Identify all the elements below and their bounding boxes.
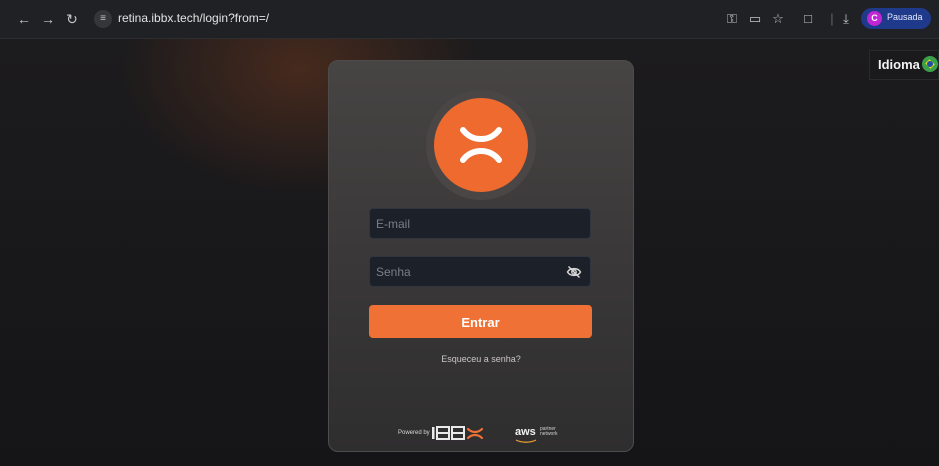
aws-smile-icon bbox=[515, 439, 537, 443]
logo-ring bbox=[426, 90, 536, 200]
language-label: Idioma bbox=[878, 57, 920, 72]
password-field[interactable] bbox=[369, 256, 591, 287]
cast-icon[interactable]: ▭ bbox=[745, 9, 765, 29]
site-settings-icon[interactable]: ≡ bbox=[94, 10, 112, 28]
aws-partner-text: partner network bbox=[540, 426, 558, 437]
key-icon[interactable]: ⚿ bbox=[722, 9, 742, 29]
url-text[interactable]: retina.ibbx.tech/login?from=/ bbox=[118, 11, 269, 25]
brazil-flag-icon bbox=[922, 56, 938, 72]
back-icon[interactable]: ← bbox=[14, 9, 34, 29]
address-bar[interactable]: ≡ retina.ibbx.tech/login?from=/ bbox=[88, 6, 688, 32]
puzzle-icon[interactable]: □ bbox=[798, 9, 818, 29]
ibbx-logo-icon bbox=[434, 98, 528, 192]
powered-by-label: Powered by bbox=[398, 430, 430, 436]
profile-avatar: C bbox=[867, 11, 882, 26]
ibbx-wordmark-logo bbox=[432, 425, 490, 441]
browser-toolbar: ← → ↻ ≡ retina.ibbx.tech/login?from=/ ⚿ … bbox=[0, 0, 939, 39]
login-button[interactable]: Entrar bbox=[369, 305, 592, 338]
email-input[interactable] bbox=[370, 209, 590, 238]
email-field[interactable] bbox=[369, 208, 591, 239]
language-selector[interactable]: Idioma bbox=[869, 50, 939, 80]
login-page: Idioma Entrar bbox=[0, 39, 939, 466]
forgot-password-link[interactable]: Esqueceu a senha? bbox=[329, 354, 633, 364]
login-card: Entrar Esqueceu a senha? Powered by aws bbox=[328, 60, 634, 452]
star-icon[interactable]: ☆ bbox=[768, 9, 788, 29]
password-input[interactable] bbox=[370, 257, 590, 286]
aws-logo: aws bbox=[515, 426, 536, 438]
profile-button[interactable]: C Pausada bbox=[861, 8, 931, 29]
eye-off-icon[interactable] bbox=[566, 264, 582, 280]
download-icon[interactable]: ⤓ bbox=[836, 9, 856, 29]
profile-name: Pausada bbox=[887, 12, 923, 22]
reload-icon[interactable]: ↻ bbox=[62, 9, 82, 29]
forward-icon[interactable]: → bbox=[38, 9, 58, 29]
powered-by-footer: Powered by aws partner network bbox=[329, 423, 633, 443]
